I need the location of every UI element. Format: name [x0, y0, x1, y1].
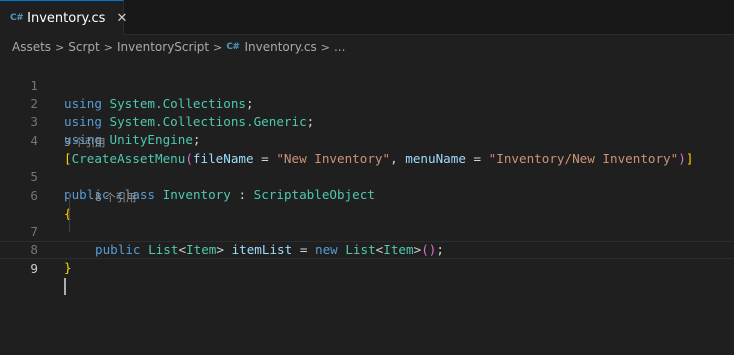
punctuation-token: ; [192, 132, 201, 147]
punctuation-token: : [230, 187, 254, 202]
bracket-token: } [64, 260, 72, 275]
chevron-right-icon: > [103, 40, 113, 54]
chevron-right-icon: > [55, 40, 65, 54]
breadcrumb-item-symbols[interactable]: ... [334, 40, 345, 54]
csharp-file-icon: C# [10, 13, 24, 23]
code-line[interactable]: 1 using System.Collections; [0, 59, 734, 111]
code-line[interactable]: 8 } [0, 223, 734, 275]
code-line[interactable]: 3 using UnityEngine; [0, 95, 734, 147]
tab-title: Inventory.cs [27, 10, 106, 26]
line-number: 4 [30, 133, 38, 148]
code-line[interactable]: 2 using System.Collections.Generic; [0, 77, 734, 129]
codelens-references[interactable]: 3 个引用 [64, 135, 106, 151]
codelens-references[interactable]: 8 个引用 [95, 190, 137, 206]
breadcrumb-item-inventoryscript[interactable]: InventoryScript [117, 40, 209, 54]
chevron-right-icon: > [320, 40, 330, 54]
breadcrumb-item-scrpt[interactable]: Scrpt [68, 40, 99, 54]
text-cursor [64, 278, 66, 295]
line-number: 9 [30, 261, 38, 276]
tab-inventory-cs[interactable]: C# Inventory.cs ✕ [0, 0, 127, 35]
chevron-right-icon: > [213, 40, 223, 54]
close-icon[interactable]: ✕ [116, 11, 127, 26]
breadcrumb: Assets > Scrpt > InventoryScript > C# In… [0, 36, 734, 58]
type-token: ScriptableObject [253, 187, 375, 202]
line-number: 6 [30, 188, 38, 203]
breadcrumb-item-assets[interactable]: Assets [12, 40, 51, 54]
code-line[interactable]: 6 { [0, 169, 734, 221]
code-editor[interactable]: 1 using System.Collections; 2 using Syst… [0, 58, 734, 355]
code-text: } [64, 259, 72, 277]
csharp-file-icon: C# [226, 42, 240, 52]
code-line[interactable]: 4 [CreateAssetMenu(fileName = "New Inven… [0, 114, 734, 166]
breadcrumb-item-file[interactable]: Inventory.cs [244, 40, 316, 54]
code-text [64, 278, 66, 296]
namespace-token: UnityEngine [109, 132, 193, 147]
code-line[interactable]: 5 public class Inventory : ScriptableObj… [0, 150, 734, 202]
current-line[interactable]: 9 [0, 241, 734, 295]
code-line[interactable]: 7 public List<Item> itemList = new List<… [0, 205, 734, 257]
editor-tab-bar: C# Inventory.cs ✕ [0, 0, 734, 35]
class-name-token: Inventory [162, 187, 231, 202]
